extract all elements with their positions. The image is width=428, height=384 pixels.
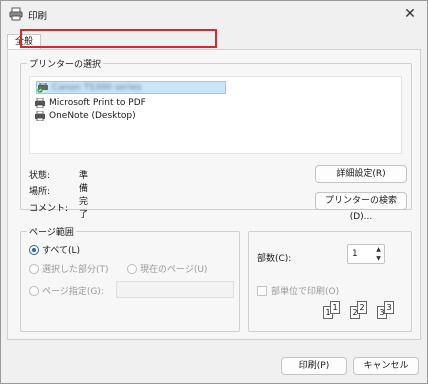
- radio-pages-label: ページ指定(G):: [42, 287, 104, 297]
- printer-icon: [35, 110, 45, 121]
- printer-name: Microsoft Print to PDF: [49, 97, 146, 108]
- radio-pages[interactable]: ページ指定(G):: [29, 284, 104, 297]
- copies-value: 1: [352, 249, 358, 259]
- general-panel: プリンターの選択 Canon TS300 series Microsoft Pr…: [7, 49, 421, 340]
- window-title: 印刷: [28, 11, 48, 22]
- printer-icon: [37, 82, 48, 93]
- status-value: 準備完了: [79, 171, 89, 220]
- copies-stepper[interactable]: 1 ▲ ▼: [347, 244, 385, 264]
- print-button[interactable]: 印刷(P): [281, 357, 347, 375]
- pages-input[interactable]: [116, 281, 234, 298]
- status-label: 状態:: [29, 171, 51, 181]
- copies-group: 部数(C): 1 ▲ ▼ 部単位で印刷(O) 1 1 2 2 3 3: [248, 231, 412, 332]
- radio-all-pages[interactable]: すべて(L): [29, 243, 80, 256]
- radio-all-label: すべて(L): [42, 246, 81, 256]
- radio-current-page-label: 現在のページ(U): [140, 265, 208, 275]
- printer-name: OneNote (Desktop): [49, 110, 136, 121]
- printer-name: Canon TS300 series: [52, 82, 142, 93]
- printer-icon: [9, 7, 23, 21]
- tab-general[interactable]: 全般: [7, 34, 41, 50]
- printer-list[interactable]: Canon TS300 series Microsoft Print to PD…: [29, 76, 402, 154]
- selected-printer-highlight: [20, 29, 217, 48]
- printer-item-onenote[interactable]: OneNote (Desktop): [34, 109, 136, 122]
- spin-down-icon[interactable]: ▼: [374, 254, 383, 263]
- collate-sheet: 1: [330, 301, 340, 314]
- close-button[interactable]: ✕: [399, 4, 421, 24]
- print-dialog: 印刷 ✕ 全般 プリンターの選択 Canon TS300 series Micr…: [0, 0, 428, 384]
- checkbox-indicator: [257, 285, 267, 296]
- collate-illustration: 1 1 2 2 3 3: [321, 296, 409, 326]
- location-label: 場所:: [29, 187, 51, 197]
- radio-indicator: [29, 244, 39, 255]
- page-range-legend: ページ範囲: [27, 225, 76, 238]
- radio-indicator: [127, 263, 137, 274]
- comment-label: コメント:: [29, 204, 69, 214]
- title-bar: 印刷 ✕: [1, 1, 427, 27]
- copies-label: 部数(C):: [257, 254, 292, 264]
- printer-select-legend: プリンターの選択: [27, 57, 104, 70]
- close-icon: ✕: [404, 6, 416, 22]
- printer-select-group: プリンターの選択 Canon TS300 series Microsoft Pr…: [20, 57, 412, 222]
- collate-sheet: 2: [357, 301, 367, 314]
- preferences-button[interactable]: 詳細設定(R): [315, 165, 407, 183]
- printer-item-pdf[interactable]: Microsoft Print to PDF: [34, 96, 146, 109]
- spin-up-icon[interactable]: ▲: [374, 245, 383, 254]
- radio-indicator: [29, 285, 39, 296]
- printer-item-canon[interactable]: Canon TS300 series: [36, 81, 226, 94]
- radio-selection[interactable]: 選択した部分(T): [29, 262, 109, 275]
- printer-icon: [35, 97, 45, 108]
- collate-sheet: 3: [384, 301, 394, 314]
- radio-indicator: [29, 263, 39, 274]
- radio-selection-label: 選択した部分(T): [42, 265, 109, 275]
- cancel-button[interactable]: キャンセル: [353, 357, 419, 375]
- find-printer-button[interactable]: プリンターの検索(D)...: [315, 192, 407, 222]
- page-range-group: ページ範囲 すべて(L) 選択した部分(T) 現在のページ(U) ページ指定(G…: [20, 225, 240, 332]
- radio-current-page[interactable]: 現在のページ(U): [127, 262, 207, 275]
